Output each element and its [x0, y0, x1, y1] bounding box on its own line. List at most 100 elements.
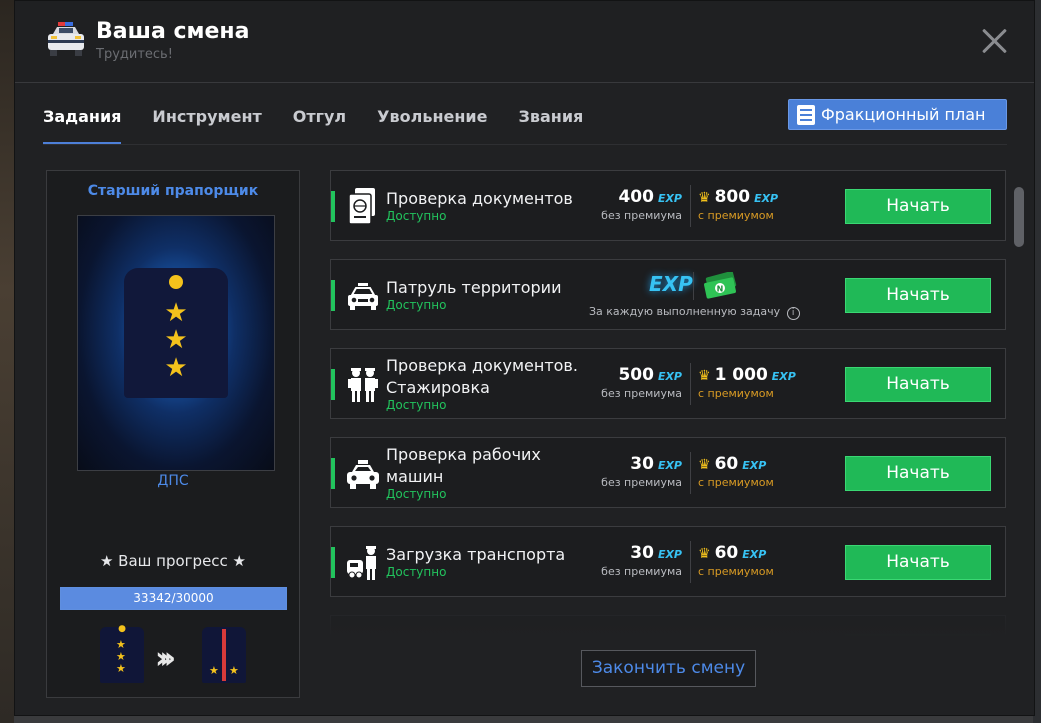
task-row: Проверка рабочих машин Доступно 30 EXP бе… [330, 437, 1006, 508]
reward-standard: 30 EXP без премиума [579, 454, 682, 489]
task-status: Доступно [386, 398, 447, 412]
exp-icon: EXP [657, 370, 682, 383]
exp-icon: EXP [742, 548, 767, 561]
task-name: Загрузка транспорта [386, 545, 566, 564]
available-indicator [331, 458, 335, 489]
available-indicator [331, 191, 335, 222]
crown-icon: ♛ [698, 190, 711, 206]
task-name-line-2: машин [386, 467, 444, 486]
start-button[interactable]: Начать [845, 545, 991, 580]
close-icon[interactable] [980, 27, 1008, 55]
svg-text:N: N [717, 285, 724, 294]
tab-resignation[interactable]: Увольнение [377, 105, 487, 145]
task-status: Доступно [386, 209, 447, 223]
tow-officer-icon [347, 546, 376, 580]
exp-icon: EXP [657, 548, 682, 561]
task-status: Доступно [386, 565, 447, 579]
progress-label: ★ Ваш прогресс ★ [99, 552, 247, 570]
task-status: Доступно [386, 487, 447, 501]
progress-bar: 33342/30000 [60, 587, 287, 610]
reward-premium: ♛ 60 EXP с премиумом [698, 543, 774, 578]
faction-plan-button[interactable]: Фракционный план [788, 99, 1007, 130]
exp-icon: EXP [657, 192, 682, 205]
shift-window: Ваша смена Трудитесь! Задания Инструмент… [14, 0, 1035, 716]
reward-value: 500 [618, 365, 654, 385]
reward-premium-value: 60 [714, 543, 739, 563]
task-list: Проверка документов Доступно 400 EXP без … [330, 170, 1006, 638]
reward-premium: ♛ 60 EXP с премиумом [698, 454, 774, 489]
task-name-line-1: Проверка документов. [386, 356, 578, 375]
progress-text: 33342/30000 [133, 591, 214, 605]
reward-standard: 500 EXP без премиума [579, 365, 682, 400]
police-car-icon [348, 283, 378, 310]
window-header: Ваша смена Трудитесь! [15, 1, 1034, 83]
reward-premium-value: 60 [714, 454, 739, 474]
exp-icon: EXP [649, 272, 693, 296]
exp-icon: EXP [742, 459, 767, 472]
task-status: Доступно [386, 298, 447, 312]
info-icon[interactable]: i [786, 307, 800, 320]
task-name-line-2: Стажировка [386, 378, 490, 397]
rank-card: ★ ★ ★ [77, 215, 275, 471]
next-rank-arrow-icon: ››› [155, 641, 176, 676]
exp-icon: EXP [771, 370, 796, 383]
task-row: Патруль территории Доступно EXP N За каж… [330, 259, 1006, 330]
reward-premium-value: 800 [714, 187, 751, 207]
task-row: Проверка документов. Стажировка Доступно… [330, 348, 1006, 419]
available-indicator [331, 547, 335, 578]
reward-value: 30 [630, 454, 654, 474]
reward-note: За каждую выполненную задачу i [589, 305, 800, 320]
tab-tools[interactable]: Инструмент [152, 105, 261, 145]
tab-tasks[interactable]: Задания [43, 105, 122, 145]
window-title: Ваша смена [96, 19, 250, 44]
crown-icon: ♛ [698, 368, 711, 384]
start-button[interactable]: Начать [845, 189, 991, 224]
reward-premium-label: с премиумом [698, 209, 774, 222]
background-left [0, 0, 14, 723]
scrollbar-thumb[interactable] [1014, 187, 1024, 247]
reward-value: 30 [630, 543, 654, 563]
passport-icon [348, 188, 375, 225]
tab-time-off[interactable]: Отгул [293, 105, 346, 145]
list-fade [330, 613, 1006, 643]
task-name: Патруль территории [386, 278, 562, 297]
exp-icon: EXP [754, 192, 779, 205]
tab-ranks[interactable]: Звания [518, 105, 583, 145]
task-row: Проверка документов Доступно 400 EXP без … [330, 170, 1006, 241]
checklist-icon [797, 104, 815, 125]
taxi-icon [347, 460, 379, 489]
start-button[interactable]: Начать [845, 278, 991, 313]
reward-standard-label: без премиума [601, 476, 682, 489]
reward-standard-label: без премиума [601, 565, 682, 578]
epaulet-icon: ★ ★ ★ [124, 268, 228, 398]
window-subtitle: Трудитесь! [96, 47, 173, 62]
end-shift-button[interactable]: Закончить смену [581, 650, 756, 687]
crown-icon: ♛ [698, 457, 711, 473]
rank-panel: Старший прапорщик ★ ★ ★ ДПС ★ Ваш прогре… [46, 170, 300, 698]
reward-standard: 400 EXP без премиума [579, 187, 682, 222]
reward-value: 400 [618, 187, 654, 207]
start-button[interactable]: Начать [845, 456, 991, 491]
reward-premium-label: с премиумом [698, 476, 774, 489]
task-name-line-1: Проверка рабочих [386, 445, 541, 464]
reward-premium: ♛ 800 EXP с премиумом [698, 187, 778, 222]
current-rank-epaulet-icon: ● ★ ★ ★ [100, 624, 144, 683]
exp-icon: EXP [657, 459, 682, 472]
tab-bar: Задания Инструмент Отгул Увольнение Зван… [43, 105, 614, 145]
tab-divider [43, 144, 1007, 145]
reward-standard-label: без премиума [601, 387, 682, 400]
police-car-icon [48, 22, 84, 56]
reward-premium: ♛ 1 000 EXP с премиумом [698, 365, 796, 400]
start-button[interactable]: Начать [845, 367, 991, 402]
faction-plan-label: Фракционный план [821, 105, 986, 124]
department-label: ДПС [157, 473, 189, 489]
reward-standard: 30 EXP без премиума [579, 543, 682, 578]
crown-icon: ♛ [698, 546, 711, 562]
money-icon: N [704, 272, 737, 299]
rank-title: Старший прапорщик [87, 183, 259, 199]
reward-premium-value: 1 000 [714, 365, 768, 385]
available-indicator [331, 369, 335, 400]
task-row: Загрузка транспорта Доступно 30 EXP без п… [330, 526, 1006, 597]
officers-icon [348, 368, 378, 402]
reward-premium-label: с премиумом [698, 387, 774, 400]
